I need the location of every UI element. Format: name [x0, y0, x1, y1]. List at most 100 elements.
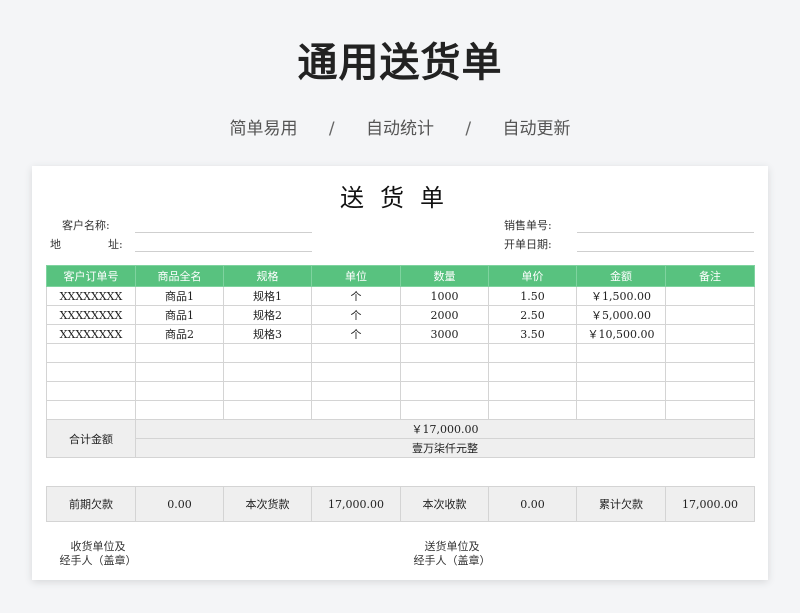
table-cell[interactable]: 个	[311, 324, 401, 344]
table-cell[interactable]	[488, 362, 577, 382]
table-cell[interactable]	[311, 381, 401, 401]
total-label: 合计金额	[46, 419, 136, 458]
table-cell[interactable]: 商品2	[135, 324, 224, 344]
col-header-note: 备注	[665, 265, 755, 287]
tag-auto-update: 自动更新	[502, 119, 571, 139]
table-cell[interactable]	[665, 400, 755, 420]
col-header-order-no: 客户订单号	[46, 265, 136, 287]
table-cell[interactable]	[665, 286, 755, 306]
accum-debt-label: 累计欠款	[576, 486, 666, 522]
page-title: 通用送货单	[297, 40, 503, 86]
table-cell[interactable]: 1000	[400, 286, 489, 306]
table-cell[interactable]	[400, 343, 489, 363]
table-cell[interactable]	[311, 400, 401, 420]
receiver-signature: 收货单位及 经手人（盖章）	[48, 540, 148, 568]
current-received-value: 0.00	[488, 486, 577, 522]
delivery-sheet: 送货单 客户名称: 地 址: 销售单号: 开单日期: 客户订单号 商品全名 规格…	[32, 166, 768, 580]
table-cell[interactable]	[46, 381, 136, 401]
table-cell[interactable]	[665, 343, 755, 363]
table-cell[interactable]	[488, 343, 577, 363]
sheet-title: 送货单	[340, 184, 460, 212]
table-cell[interactable]	[488, 381, 577, 401]
table-cell[interactable]: 个	[311, 286, 401, 306]
table-cell[interactable]	[400, 362, 489, 382]
table-cell[interactable]: 商品1	[135, 305, 224, 325]
address-field[interactable]	[135, 251, 312, 252]
table-cell[interactable]	[223, 381, 312, 401]
table-cell[interactable]	[135, 400, 224, 420]
table-cell[interactable]	[665, 362, 755, 382]
total-amount: ￥17,000.00	[135, 419, 755, 439]
prev-debt-value: 0.00	[135, 486, 224, 522]
table-cell[interactable]	[46, 362, 136, 382]
address-label-part1: 地	[50, 238, 61, 251]
tag-easy: 简单易用	[229, 119, 298, 139]
current-goods-value: 17,000.00	[311, 486, 401, 522]
address-label: 地 址:	[50, 236, 130, 251]
table-cell[interactable]: 1.50	[488, 286, 577, 306]
table-row	[46, 362, 755, 382]
order-no-label: 销售单号:	[504, 219, 552, 232]
table-cell[interactable]: 个	[311, 305, 401, 325]
table-cell[interactable]: ￥5,000.00	[576, 305, 666, 325]
table-cell[interactable]	[135, 362, 224, 382]
table-cell[interactable]	[135, 381, 224, 401]
col-header-qty: 数量	[400, 265, 489, 287]
table-cell[interactable]	[665, 381, 755, 401]
table-row: XXXXXXXX 商品1 规格1 个 1000 1.50 ￥1,500.00	[46, 286, 755, 306]
tag-separator: /	[328, 119, 335, 139]
customer-name-field[interactable]	[135, 232, 312, 233]
table-cell[interactable]	[223, 400, 312, 420]
date-field[interactable]	[577, 251, 754, 252]
table-cell[interactable]	[576, 343, 666, 363]
current-received-label: 本次收款	[400, 486, 489, 522]
table-cell[interactable]: 规格2	[223, 305, 312, 325]
table-row: XXXXXXXX 商品1 规格2 个 2000 2.50 ￥5,000.00	[46, 305, 755, 325]
table-cell[interactable]: 规格3	[223, 324, 312, 344]
table-cell[interactable]	[576, 362, 666, 382]
table-cell[interactable]	[46, 400, 136, 420]
table-cell[interactable]	[576, 400, 666, 420]
table-cell[interactable]: 3.50	[488, 324, 577, 344]
current-goods-label: 本次货款	[223, 486, 312, 522]
table-cell[interactable]	[665, 305, 755, 325]
col-header-spec: 规格	[223, 265, 312, 287]
table-cell[interactable]	[400, 400, 489, 420]
table-cell[interactable]: XXXXXXXX	[46, 324, 136, 344]
date-label: 开单日期:	[504, 238, 552, 251]
table-header-row: 客户订单号 商品全名 规格 单位 数量 单价 金额 备注	[46, 265, 755, 287]
table-row	[46, 400, 755, 420]
col-header-unit: 单位	[311, 265, 401, 287]
table-cell[interactable]: ￥10,500.00	[576, 324, 666, 344]
table-row: XXXXXXXX 商品2 规格3 个 3000 3.50 ￥10,500.00	[46, 324, 755, 344]
table-cell[interactable]	[311, 343, 401, 363]
table-cell[interactable]	[665, 324, 755, 344]
table-cell[interactable]: 2000	[400, 305, 489, 325]
table-cell[interactable]	[311, 362, 401, 382]
customer-name-label: 客户名称:	[62, 219, 110, 232]
table-row	[46, 343, 755, 363]
table-cell[interactable]	[46, 343, 136, 363]
table-cell[interactable]	[400, 381, 489, 401]
table-cell[interactable]: XXXXXXXX	[46, 286, 136, 306]
table-row	[46, 381, 755, 401]
table-cell[interactable]	[576, 381, 666, 401]
table-cell[interactable]: 2.50	[488, 305, 577, 325]
table-cell[interactable]: 规格1	[223, 286, 312, 306]
items-table: 客户订单号 商品全名 规格 单位 数量 单价 金额 备注 XXXXXXXX 商品…	[46, 265, 755, 458]
table-cell[interactable]: ￥1,500.00	[576, 286, 666, 306]
table-cell[interactable]	[135, 343, 224, 363]
table-cell[interactable]	[223, 343, 312, 363]
tag-separator: /	[465, 119, 472, 139]
summary-row: 前期欠款 0.00 本次货款 17,000.00 本次收款 0.00 累计欠款 …	[46, 486, 755, 522]
table-cell[interactable]: 3000	[400, 324, 489, 344]
table-cell[interactable]	[223, 362, 312, 382]
order-no-field[interactable]	[577, 232, 754, 233]
sender-signature: 送货单位及 经手人（盖章）	[402, 540, 502, 568]
total-amount-words: 壹万柒仟元整	[135, 438, 755, 458]
sender-line1: 送货单位及	[424, 540, 480, 553]
table-cell[interactable]: XXXXXXXX	[46, 305, 136, 325]
col-header-amount: 金额	[576, 265, 666, 287]
table-cell[interactable]: 商品1	[135, 286, 224, 306]
table-cell[interactable]	[488, 400, 577, 420]
